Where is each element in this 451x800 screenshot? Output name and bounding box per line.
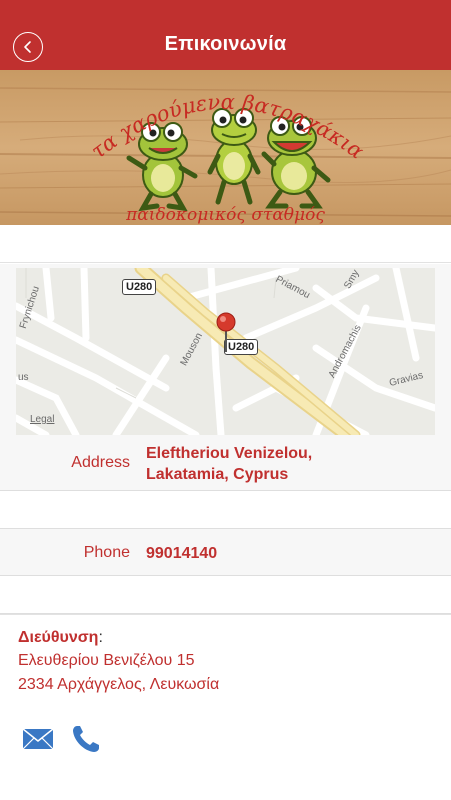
envelope-icon	[22, 728, 54, 750]
phone-row[interactable]: Phone 99014140	[0, 529, 451, 576]
spacer	[0, 225, 451, 263]
top-nav-bar: Επικοινωνία	[0, 0, 451, 70]
call-button[interactable]	[70, 723, 102, 755]
address-label: Address	[71, 454, 130, 471]
phone-value[interactable]: 99014140	[146, 543, 217, 564]
address-line-1: Eleftheriou Venizelou,	[146, 445, 313, 462]
logo-title: τα χαρούμενα βατραχάκια	[86, 90, 368, 164]
street-label-us: us	[18, 372, 29, 383]
logo-subtitle: παιδοκομικός σταθμός	[126, 205, 325, 225]
page-title: Επικοινωνία	[164, 33, 287, 55]
address-row[interactable]: Address Eleftheriou Venizelou, Lakatamia…	[0, 436, 451, 491]
phone-icon	[73, 726, 99, 752]
road-shield-u280-top: U280	[122, 279, 157, 295]
email-button[interactable]	[22, 727, 54, 753]
logo-title-arc: τα χαρούμενα βατραχάκια	[86, 90, 368, 164]
address-line-2: Lakatamia, Cyprus	[146, 466, 289, 483]
info-heading: Διεύθυνση:	[18, 629, 103, 647]
map-legal-link[interactable]: Legal	[30, 414, 54, 425]
location-map[interactable]: U280 U280 Frynichou Priamou Smy Mouson A…	[16, 268, 435, 435]
info-line-1: Ελευθερίου Βενιζέλου 15	[18, 652, 195, 669]
address-value: Eleftheriou Venizelou, Lakatamia, Cyprus	[146, 443, 312, 485]
map-pin-icon[interactable]	[215, 312, 237, 354]
address-info: Διεύθυνση: Ελευθερίου Βενιζέλου 15 2334 …	[0, 614, 451, 800]
info-heading-text: Διεύθυνση	[18, 629, 99, 646]
phone-label: Phone	[83, 544, 130, 561]
empty-row	[0, 491, 451, 529]
empty-row	[0, 576, 451, 614]
svg-text:τα χαρούμενα βατραχάκια: τα χαρούμενα βατραχάκια	[86, 90, 368, 164]
info-line-2: 2334 Αρχάγγελος, Λευκωσία	[18, 676, 220, 693]
logo-banner: τα χαρούμενα βατραχάκια παιδοκομικός στα…	[0, 70, 451, 225]
road-shield-label: U280	[126, 281, 153, 293]
info-heading-colon: :	[98, 629, 103, 646]
